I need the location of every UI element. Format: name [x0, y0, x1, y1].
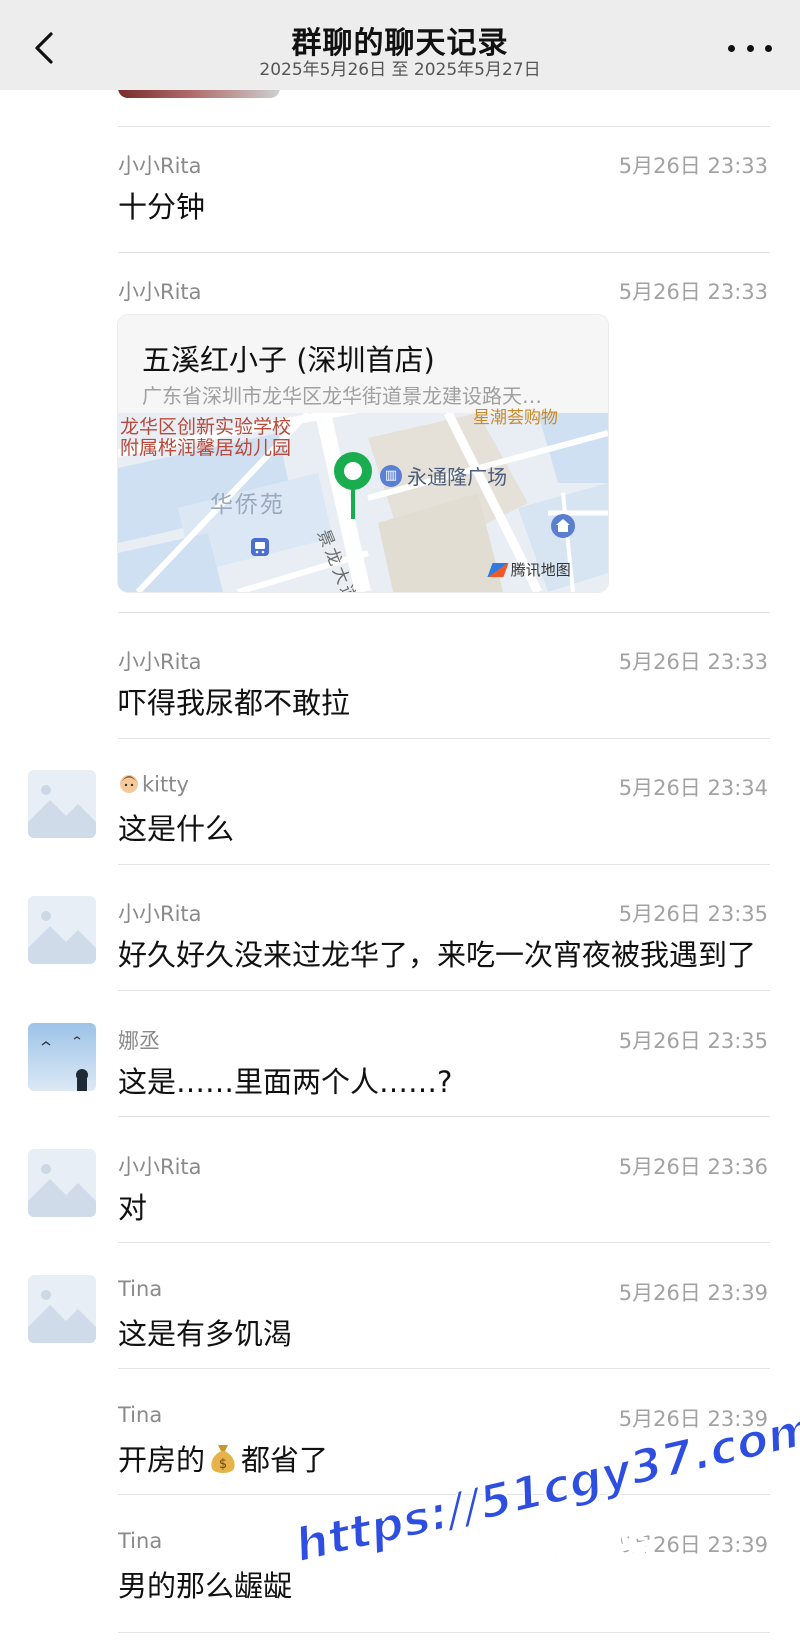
map-pin-icon: [330, 449, 376, 523]
map-label-district: 华侨苑: [210, 492, 285, 518]
sender-name: 小小Rita: [118, 280, 202, 304]
more-button[interactable]: [728, 30, 772, 66]
tencent-map-logo-icon: [487, 562, 509, 577]
avatar[interactable]: [28, 896, 96, 964]
sender-name: 小小Rita: [118, 650, 202, 674]
message-item[interactable]: 小小Rita 5月26日 23:33 吓得我尿都不敢拉: [0, 646, 800, 746]
divider: [118, 1632, 770, 1633]
message-text: 好久好久没来过龙华了，来吃一次宵夜被我遇到了: [118, 938, 757, 972]
message-item[interactable]: Tina 5月26日 23:39 这是有多饥渴: [0, 1275, 800, 1377]
divider: [118, 1242, 770, 1243]
message-text: 吓得我尿都不敢拉: [118, 686, 351, 720]
building-icon: ▥: [380, 464, 402, 487]
message-item: 小小Rita 5月26日 23:33: [0, 276, 800, 316]
money-bag-icon: $: [209, 1442, 237, 1481]
divider: [118, 612, 770, 613]
avatar[interactable]: [28, 770, 96, 838]
message-text: 男的那么龌龊: [118, 1569, 293, 1603]
metro-icon: [250, 537, 270, 561]
divider: [118, 864, 770, 865]
divider: [118, 738, 770, 739]
divider: [118, 990, 770, 991]
avatar[interactable]: [28, 1023, 96, 1091]
map-label-plaza: ▥ 永通隆广场: [380, 461, 507, 490]
message-text: 十分钟: [118, 190, 206, 224]
sender-name: 娜丞: [118, 1029, 160, 1053]
message-item[interactable]: 娜丞 5月26日 23:35 这是……里面两个人……?: [0, 1023, 800, 1125]
location-header: 五溪红小子 (深圳首店) 广东省深圳市龙华区龙华街道景龙建设路天…: [118, 315, 608, 413]
message-time: 5月26日 23:36: [618, 1155, 768, 1179]
message-text: 这是什么: [118, 812, 235, 846]
divider: [118, 252, 770, 253]
map-label-top-poi: 星潮荟购物: [473, 408, 558, 428]
sender-name: Tina: [118, 1277, 163, 1301]
woman-face-icon: [118, 772, 140, 799]
date-range: 2025年5月26日 至 2025年5月27日: [259, 60, 541, 80]
svg-text:$: $: [219, 1457, 227, 1472]
message-text: 开房的 $ 都省了: [118, 1437, 328, 1481]
sender-name: Tina: [118, 1529, 163, 1553]
message-time: 5月26日 23:35: [618, 902, 768, 926]
divider: [118, 126, 770, 127]
map-preview[interactable]: 龙华区创新实验学校 附属桦润馨居幼儿园 星潮荟购物 华侨苑 ▥ 永通隆广场 景龙…: [118, 408, 608, 592]
location-card[interactable]: 五溪红小子 (深圳首店) 广东省深圳市龙华区龙华街道景龙建设路天… 龙华区创新实…: [118, 315, 608, 592]
avatar[interactable]: [28, 1275, 96, 1343]
message-item[interactable]: 小小Rita 5月26日 23:33 十分钟: [0, 150, 800, 250]
location-name: 五溪红小子 (深圳首店): [142, 343, 435, 377]
more-dots-icon: [728, 44, 772, 52]
message-text: 这是……里面两个人……?: [118, 1065, 453, 1099]
divider: [118, 1368, 770, 1369]
message-text: 对: [118, 1191, 148, 1225]
sender-name: 小小Rita: [118, 154, 202, 178]
message-item[interactable]: 小小Rita 5月26日 23:35 好久好久没来过龙华了，来吃一次宵夜被我遇到…: [0, 896, 800, 998]
message-time: 5月26日 23:34: [618, 776, 768, 800]
sender-name: Tina: [118, 1403, 163, 1427]
map-attribution: 腾讯地图: [487, 559, 571, 580]
sender-name: 小小Rita: [118, 1155, 202, 1179]
message-time: 5月26日 23:39: [618, 1281, 768, 1305]
sender-name: kitty: [118, 772, 189, 799]
divider: [118, 1116, 770, 1117]
house-icon: [550, 513, 576, 543]
message-time: 5月26日 23:35: [618, 1029, 768, 1053]
message-time: 5月26日 23:33: [618, 280, 768, 304]
message-text: 这是有多饥渴: [118, 1317, 293, 1351]
message-time: 5月26日 23:33: [618, 154, 768, 178]
map-label-school: 龙华区创新实验学校 附属桦润馨居幼儿园: [120, 416, 292, 459]
message-item[interactable]: 小小Rita 5月26日 23:36 对: [0, 1149, 800, 1251]
navigation-bar: 群聊的聊天记录 2025年5月26日 至 2025年5月27日: [0, 0, 800, 90]
message-item[interactable]: kitty 5月26日 23:34 这是什么: [0, 770, 800, 872]
sender-name: 小小Rita: [118, 902, 202, 926]
avatar[interactable]: [28, 1149, 96, 1217]
message-time: 5月26日 23:33: [618, 650, 768, 674]
